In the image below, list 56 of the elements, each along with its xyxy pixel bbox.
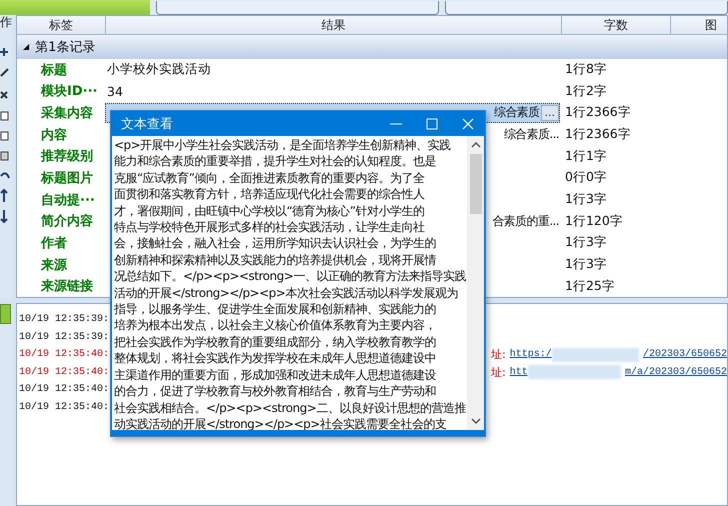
window-title: 文本查看 — [121, 116, 173, 132]
text-line: 况总结如下。</p><p><strong>一、以正确的教育方法来指导实践 — [114, 268, 465, 285]
text-line: 才，署假期间，由旺镇中心学校以“德育为核心”针对小学生的 — [114, 202, 426, 220]
table-cell-text: 1行8字 — [564, 61, 607, 78]
text-line: 主渠道作用的重要方面，形成加强和改进未成年人思想道德建设 — [114, 366, 437, 384]
table-cell-text: 1行1字 — [564, 148, 607, 165]
field-label: 推荐级别 — [40, 148, 94, 166]
table-cell-text: 1行3字 — [564, 256, 607, 274]
text-line: 会，接触社会，融入社会，运用所学知识去认识社会，为学生的 — [114, 235, 437, 252]
field-label: 作者 — [40, 234, 68, 252]
text-line: 特点与学校特色开展形式多样的社会实践活动，让学生走向社 — [114, 219, 426, 236]
field-label: 标题图片 — [40, 170, 94, 187]
table-cell: 综合素质 — [494, 104, 540, 122]
log-line: 10/19 12:35:39: — [19, 332, 110, 343]
field-label: 简介内容 — [40, 212, 94, 230]
field-label: 采集内容 — [40, 104, 94, 122]
table-cell: 小学校外实践活动 — [107, 61, 211, 78]
log-line: 10/19 12:35:40: — [19, 384, 110, 396]
table-cell-text: 1行2366字 — [564, 126, 631, 144]
group-label: 第1条记录 — [35, 38, 96, 56]
text-line: 指导，以服务学生、促进学生全面发展和创新精神、实践能力的 — [114, 301, 437, 318]
table-cell-text: 1行2366字 — [564, 104, 631, 122]
table-cell-text: 1行3字 — [564, 191, 607, 208]
table-cell-text: 1行120字 — [564, 212, 623, 230]
table-cell-text: 1行3字 — [564, 234, 607, 252]
text-line: 整体规划，将社会实践作为发挥学校在未成年人思想道德建设中 — [114, 350, 437, 367]
table-cell: 34 — [107, 84, 123, 99]
text-line: 的合力，促进了学校教育与校外教育相结合，教育与生产劳动和 — [114, 383, 437, 400]
toolbar-label: 作 — [0, 15, 12, 30]
field-label: 内容 — [40, 126, 68, 144]
text-line: 社会实践相结合。</p><p><strong>二、以良好设计思想的营造推 — [114, 400, 465, 416]
text-line: 把社会实践作为学校教育的重要组成部分，纳入学校教育教学的 — [114, 334, 437, 350]
log-text: 址: — [491, 364, 506, 380]
log-line: 10/19 12:35:39: — [19, 314, 110, 326]
field-label: 来源 — [40, 256, 68, 274]
text-line: 动实践活动的开展</strong></p><p>社会实践需要全社会的支 — [114, 416, 448, 430]
log-line: 10/19 12:35:40: — [19, 402, 110, 413]
log-line: 10/19 12:35:40: — [19, 366, 110, 378]
table-cell: 合素质的重... — [492, 212, 560, 230]
text-line: 能力和综合素质的重要举措，提升学生对社会的认知程度。也是 — [114, 153, 437, 170]
text-line: 活动的开展</strong></p><p>本次社会实践活动以科学发展观为 — [114, 284, 459, 302]
table-cell-text: 1行25字 — [564, 278, 615, 295]
field-label: 标题 — [40, 62, 68, 79]
text-line: 培养为根本出发点，以社会主义核心价值体系教育为主要内容， — [114, 317, 437, 334]
field-label: 来源链接 — [40, 278, 94, 296]
text-line: <p>开展中小学生社会实践活动，是全面培养学生创新精神、实践 — [114, 137, 452, 154]
log-line: 10/19 12:35:40: — [19, 349, 110, 360]
field-label: 模块ID··· — [40, 83, 98, 100]
table-cell: 综合素质... — [504, 126, 560, 144]
text-line: 面贯彻和落实教育方针，培养适应现代化社会需要的综合性人 — [114, 186, 426, 203]
table-cell-text: 1行2字 — [564, 82, 607, 100]
text-line: 创新精神和探索精神以及实践能力的培养提供机会，现将开展情 — [114, 252, 438, 268]
table-cell-text: 0行0字 — [564, 169, 607, 186]
log-text: 址: — [491, 347, 506, 362]
field-label: 自动提··· — [40, 192, 96, 209]
text-line: 克服“应试教育”倾向，全面推进素质教育的重要内容。为了全 — [114, 170, 426, 186]
